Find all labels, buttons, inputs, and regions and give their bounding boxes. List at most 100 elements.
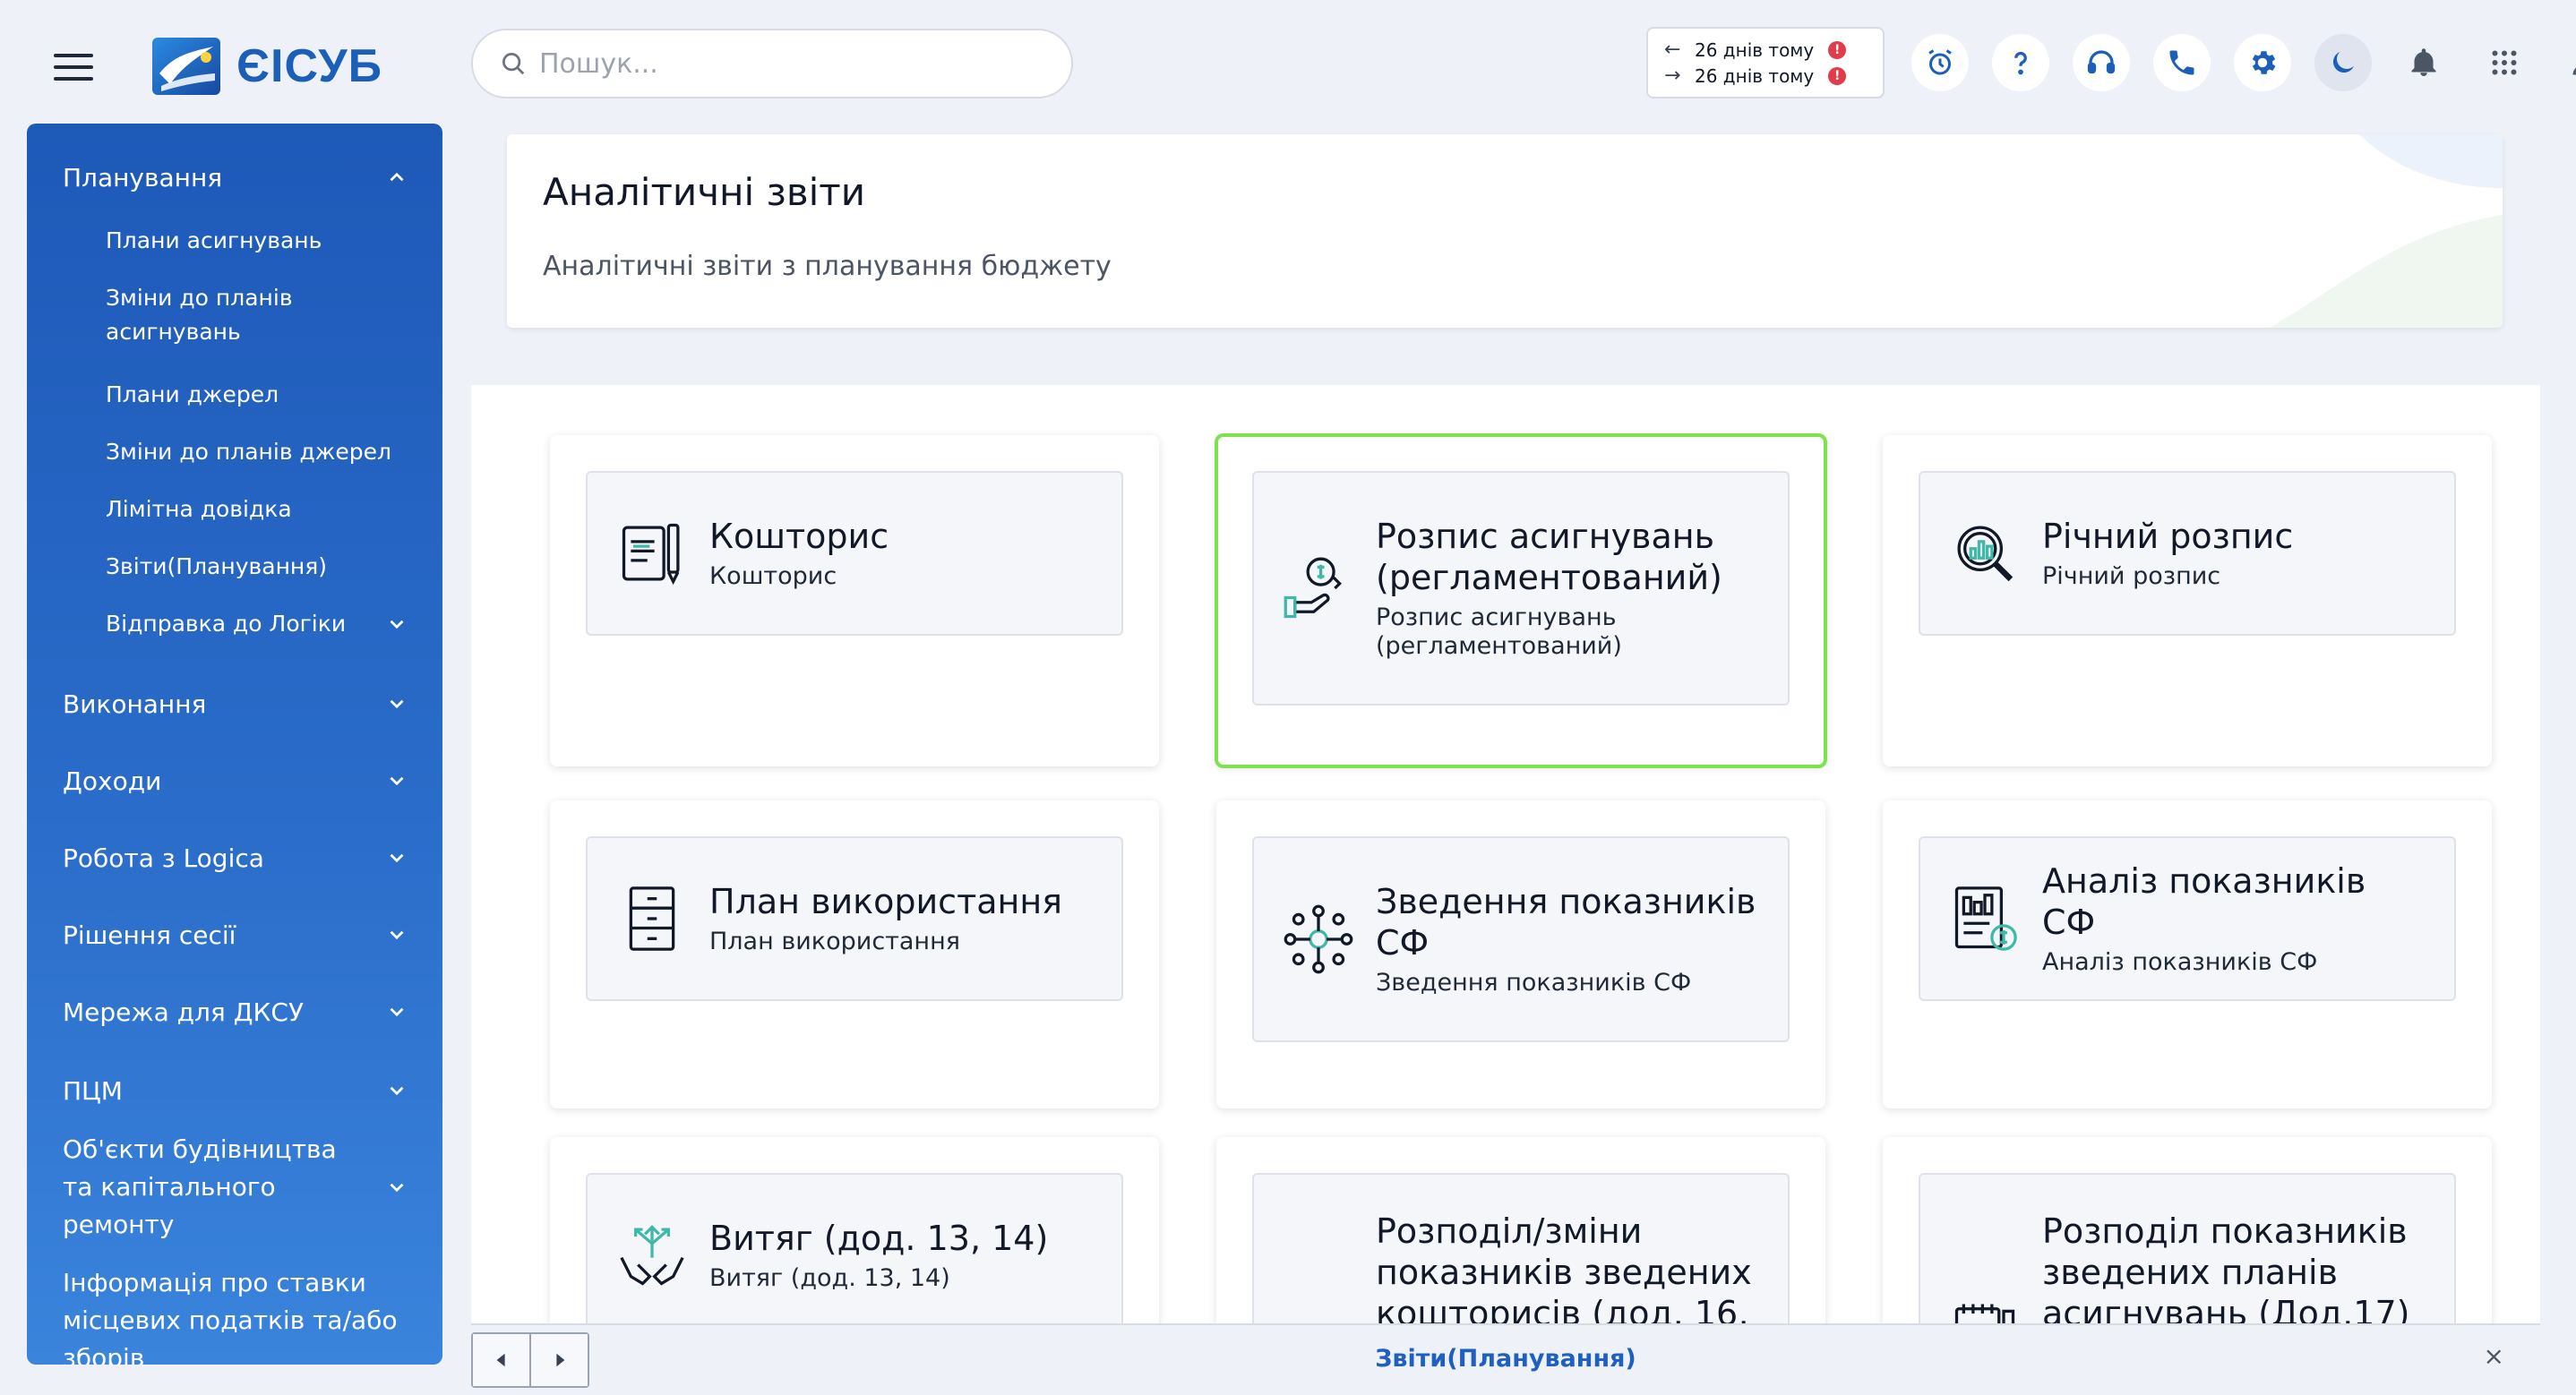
sidebar-section-dksu-network[interactable]: Мережа для ДКСУ [27, 994, 442, 1030]
report-tile-sf-summary: Зведення показників СФ Зведення показник… [1216, 800, 1825, 1108]
sidebar-section-label: Інформація про ставки місцевих податків … [63, 1268, 398, 1365]
report-card-allocation-schedule[interactable]: Розпис асигнувань (регламентований) Розп… [1252, 471, 1790, 706]
sync-status[interactable]: ← 26 днів тому ! → 26 днів тому ! [1646, 27, 1885, 98]
alarm-button[interactable] [1911, 34, 1969, 91]
page-subtitle: Аналітичні звіти з планування бюджету [543, 251, 1112, 282]
report-tile-allocation-distribution: Розподіл показників зведених планів асиг… [1883, 1137, 2492, 1323]
chevron-down-icon [390, 1183, 404, 1193]
report-title: Розпис асигнувань (регламентований) [1376, 517, 1722, 597]
sidebar-section-label: Планування [63, 162, 223, 193]
support-button[interactable] [2073, 34, 2130, 91]
report-description: Розпис асигнувань (регламентований) [1376, 603, 1622, 660]
sidebar-item-label: Звіти(Планування) [106, 553, 328, 579]
tabs-bar: Звіти(Планування) × [471, 1323, 2540, 1395]
report-card-annual-schedule[interactable]: Річний розпис Річний розпис [1919, 471, 2456, 636]
report-tile-annual-schedule: Річний розпис Річний розпис [1883, 435, 2492, 766]
app-logo[interactable]: ЄІСУБ [150, 34, 382, 98]
report-card-usage-plan[interactable]: План використання План використання [586, 836, 1123, 1001]
report-title: Витяг (дод. 13, 14) [709, 1219, 1049, 1258]
report-card-estimates-distribution[interactable]: Розподіл/зміни показників зведених кошто… [1252, 1173, 1790, 1323]
search-icon [502, 53, 525, 75]
report-card-allocation-distribution[interactable]: Розподіл показників зведених планів асиг… [1919, 1173, 2456, 1323]
sync-incoming-time: 26 днів тому [1695, 64, 1815, 87]
report-card-sf-analysis[interactable]: Аналіз показників СФ Аналіз показників С… [1919, 836, 2456, 1001]
user-icon [2572, 67, 2576, 75]
sidebar-section-revenues[interactable]: Доходи [27, 763, 442, 799]
sidebar-item-planning-reports[interactable]: Звіти(Планування) [27, 550, 442, 584]
sidebar-item-label: Плани асигнувань [106, 227, 322, 253]
close-tab-icon[interactable]: × [2484, 1341, 2504, 1371]
sidebar-section-label: Мережа для ДКСУ [63, 997, 305, 1027]
sidebar-item-send-to-logica[interactable]: Відправка до Логіки [27, 607, 442, 641]
apps-button[interactable] [2476, 34, 2533, 91]
sidebar-item-label: Зміни до планів асигнувань [106, 285, 293, 345]
report-tile-extract: Витяг (дод. 13, 14) Витяг (дод. 13, 14) [550, 1137, 1159, 1323]
sidebar-section-label: Рішення сесії [63, 920, 236, 950]
menu-icon[interactable] [54, 54, 93, 81]
sidebar-section-label: Виконання [63, 689, 207, 719]
sidebar-item-source-plans[interactable]: Плани джерел [27, 378, 442, 412]
logo-text: ЄІСУБ [236, 40, 383, 92]
sync-incoming-row: → 26 днів тому ! [1664, 64, 1867, 87]
chevron-down-icon [390, 620, 404, 629]
chevron-down-icon [390, 776, 404, 786]
reports-grid: Кошторис Кошторис Розпис асигнувань (рег… [471, 385, 2540, 1323]
sidebar: Планування Плани асигнувань Зміни до пла… [27, 124, 442, 1365]
sidebar-item-label: Зміни до планів джерел [106, 439, 391, 465]
bell-icon [2411, 48, 2436, 76]
chevron-down-icon [390, 930, 404, 940]
sidebar-item-limit-reference[interactable]: Лімітна довідка [27, 492, 442, 526]
sidebar-section-session-decisions[interactable]: Рішення сесії [27, 917, 442, 953]
phone-icon [2169, 50, 2194, 75]
headset-icon [2087, 50, 2116, 74]
sidebar-section-execution[interactable]: Виконання [27, 686, 442, 722]
report-card-estimate[interactable]: Кошторис Кошторис [586, 471, 1123, 636]
alert-icon: ! [1828, 66, 1847, 85]
sidebar-section-planning[interactable]: Планування [27, 159, 442, 195]
report-card-extract[interactable]: Витяг (дод. 13, 14) Витяг (дод. 13, 14) [586, 1173, 1123, 1323]
report-description: План використання [709, 928, 960, 955]
chevron-up-icon [390, 172, 404, 182]
report-title: Розподіл/зміни показників зведених кошто… [1376, 1211, 1752, 1323]
alarm-clock-icon [1928, 49, 1952, 75]
report-title: План використання [709, 882, 1063, 921]
report-description: Річний розпис [2042, 562, 2221, 590]
sidebar-item-allocation-changes[interactable]: Зміни до планів асигнувань [27, 281, 442, 349]
sidebar-item-source-changes[interactable]: Зміни до планів джерел [27, 435, 442, 469]
top-bar: ЄІСУБ ← 26 днів тому ! → 26 днів тому ! [0, 0, 2576, 125]
sidebar-item-label: Відправка до Логіки [106, 611, 347, 637]
sidebar-item-label: Плани джерел [106, 381, 279, 407]
magnifier-chart-icon [1957, 526, 2014, 582]
sidebar-section-construction[interactable]: Об'єкти будівництва та капітального ремо… [27, 1134, 442, 1239]
settings-button[interactable] [2234, 34, 2291, 91]
report-card-sf-summary[interactable]: Зведення показників СФ Зведення показник… [1252, 836, 1790, 1042]
logo-icon [152, 38, 220, 95]
help-button[interactable] [1992, 34, 2049, 91]
report-tile-estimate: Кошторис Кошторис [550, 435, 1159, 766]
arrow-left-icon: ← [1664, 39, 1681, 61]
search-input[interactable] [539, 47, 1041, 80]
cabinet-icon [629, 886, 675, 951]
report-tile-sf-analysis: Аналіз показників СФ Аналіз показників С… [1883, 800, 2492, 1108]
sidebar-section-label: Робота з Logica [63, 843, 264, 873]
dark-mode-toggle[interactable] [2314, 34, 2372, 91]
apps-grid-icon [2492, 50, 2517, 75]
notepad-icon [1954, 1304, 2015, 1323]
chevron-down-icon [390, 1086, 404, 1096]
sidebar-section-logica[interactable]: Робота з Logica [27, 840, 442, 876]
call-button[interactable] [2153, 34, 2211, 91]
moon-icon [2332, 52, 2354, 73]
sync-outgoing-row: ← 26 днів тому ! [1664, 39, 1867, 61]
sidebar-section-local-taxes[interactable]: Інформація про ставки місцевих податків … [27, 1264, 442, 1365]
sync-outgoing-time: 26 днів тому [1695, 39, 1815, 61]
notifications-button[interactable] [2395, 34, 2452, 91]
document-pen-icon [622, 523, 680, 586]
arrow-right-icon: → [1664, 64, 1681, 87]
tab-planning-reports[interactable]: Звіти(Планування) [471, 1345, 2540, 1373]
user-menu-button[interactable] [2556, 34, 2576, 91]
sidebar-item-allocation-plans[interactable]: Плани асигнувань [27, 224, 442, 258]
search-box[interactable] [471, 29, 1073, 98]
sidebar-section-pcm[interactable]: ПЦМ [27, 1073, 442, 1108]
report-money-icon [1954, 886, 2017, 951]
report-title: Зведення показників СФ [1376, 882, 1756, 963]
